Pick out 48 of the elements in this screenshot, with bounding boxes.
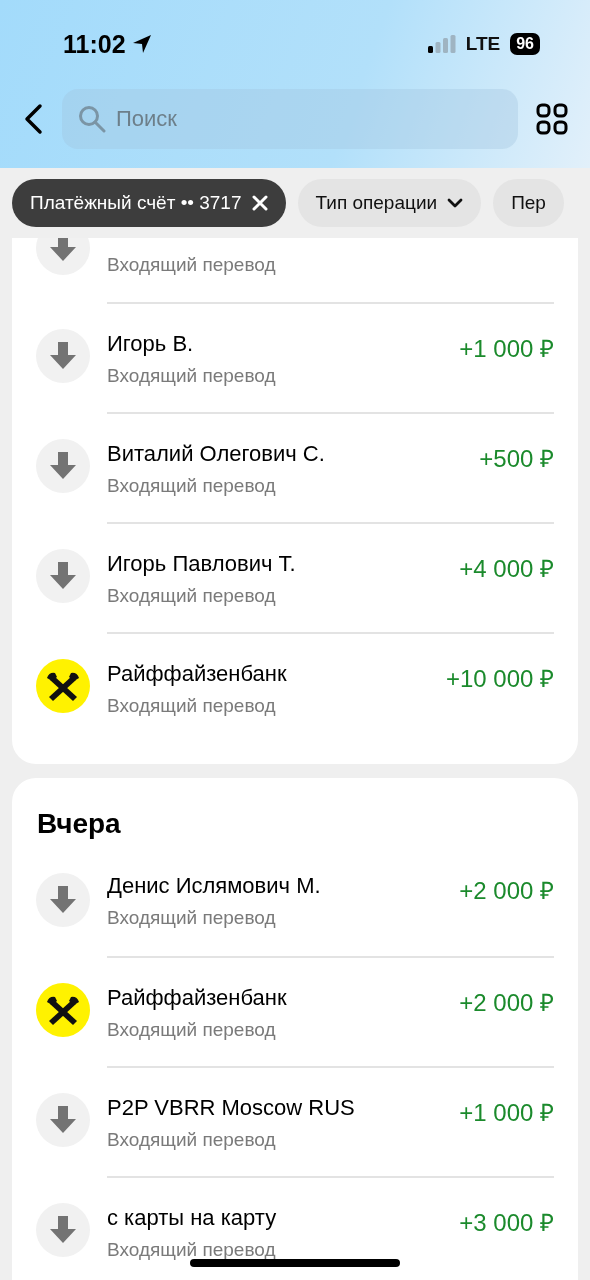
download-arrow-icon [50, 886, 76, 914]
download-arrow-icon [50, 1106, 76, 1134]
download-arrow-icon [50, 238, 76, 262]
download-arrow-icon [50, 1216, 76, 1244]
transaction-type: Входящий перевод [107, 365, 276, 387]
transaction-name: Виталий Олегович С. [107, 441, 325, 467]
transaction-type: Входящий перевод [107, 585, 277, 607]
status-time: 11:02 [63, 29, 126, 59]
transaction-type: Входящий перевод [107, 254, 276, 276]
transaction-amount: +2 000 ₽ [459, 988, 554, 1018]
transaction-name: с карты на карту [107, 1205, 277, 1231]
transaction-type: Входящий перевод [107, 1019, 277, 1041]
download-arrow-icon [50, 562, 76, 590]
crossed-hands-logo-icon [36, 659, 90, 713]
filter-chip[interactable]: Пер [493, 179, 564, 227]
close-icon[interactable] [251, 195, 268, 211]
crossed-hands-logo-icon [36, 983, 90, 1037]
battery-indicator: 96 [510, 33, 540, 55]
transaction-name: P2P VBRR Moscow RUS [107, 1095, 355, 1121]
transaction-name: Райффайзенбанк [107, 985, 287, 1011]
transaction-amount: +1 000 ₽ [459, 334, 554, 364]
section-title: Вчера [37, 808, 121, 840]
download-arrow-icon [50, 452, 76, 480]
transaction-type: Входящий перевод [107, 907, 277, 929]
transaction-name: Райффайзенбанк [107, 661, 287, 687]
transaction-amount: +500 ₽ [479, 444, 554, 474]
chevron-down-icon [447, 198, 464, 208]
transaction-amount: +2 000 ₽ [459, 876, 554, 906]
search-icon [78, 105, 106, 133]
transaction-amount: +10 000 ₽ [445, 664, 554, 694]
filter-chip[interactable]: Тип операции [297, 179, 482, 227]
transaction-name: Игорь В. [107, 331, 195, 357]
transaction-type: Входящий перевод [107, 695, 277, 717]
transaction-name: Денис Ислямович М. [107, 873, 321, 899]
transaction-type: Входящий перевод [107, 1129, 277, 1151]
transaction-name: Игорь Павлович Т. [107, 551, 296, 577]
transaction-type: Входящий перевод [107, 475, 277, 497]
location-arrow-icon [131, 34, 152, 54]
back-button[interactable] [22, 103, 44, 135]
transaction-amount: +4 000 ₽ [459, 554, 554, 584]
transaction-type: Входящий перевод [107, 1239, 277, 1261]
network-label: LTE [465, 33, 501, 55]
grid-menu-button[interactable] [536, 103, 568, 135]
transaction-amount: +3 000 ₽ [459, 1208, 554, 1238]
signal-bars-icon [427, 35, 456, 53]
download-arrow-icon [50, 342, 76, 370]
transaction-amount: +1 000 ₽ [459, 1098, 554, 1128]
filter-chip[interactable]: Платёжный счёт •• 3717 [12, 179, 286, 227]
